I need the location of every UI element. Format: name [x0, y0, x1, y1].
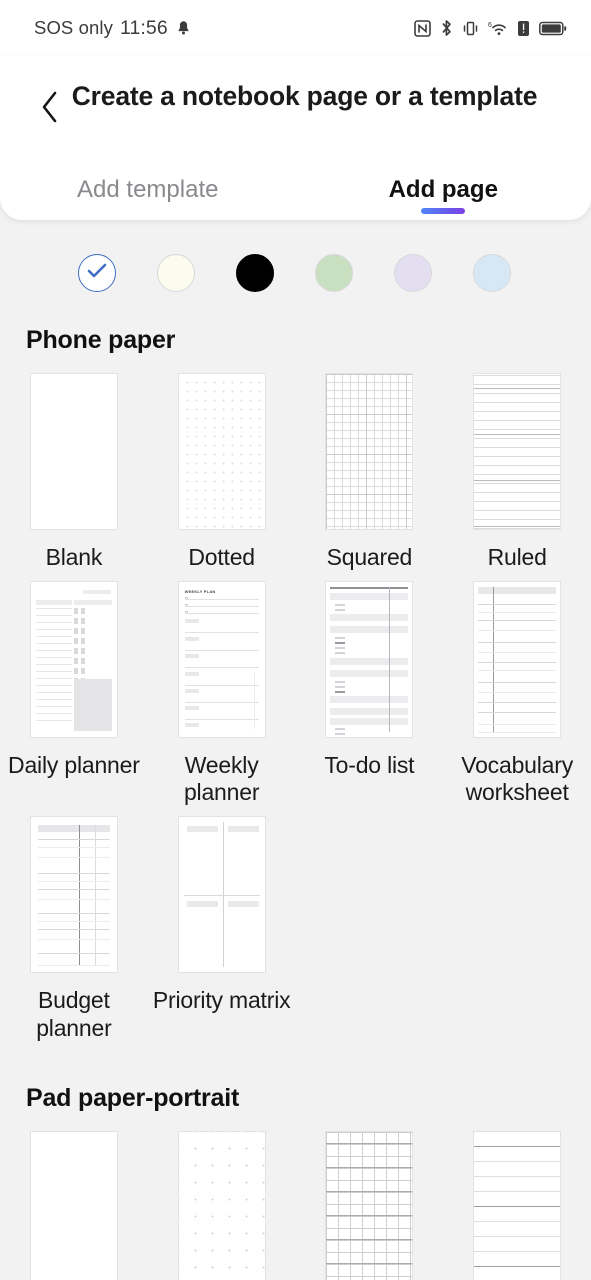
template-card-pad-ruled[interactable]: Ruled	[443, 1130, 591, 1280]
status-bar: SOS only 11:56 6	[0, 0, 591, 56]
check-icon	[87, 263, 107, 284]
swatch-wrap-white	[78, 254, 157, 292]
battery-icon	[539, 21, 567, 36]
page-title: Create a notebook page or a template	[71, 81, 538, 111]
template-thumbnail-ruled	[473, 373, 562, 530]
status-bar-left: SOS only 11:56	[34, 17, 192, 40]
template-thumbnail-budget-planner	[29, 816, 118, 974]
color-swatch-white[interactable]	[78, 254, 116, 292]
template-grid-pad-paper-portrait: Blank Dotted Squared Ruled	[0, 1113, 591, 1280]
template-thumbnail-squared	[325, 373, 414, 530]
template-browser: Phone paper Blank Dotted Squared Ruled D…	[0, 220, 591, 1280]
template-label: Squared	[326, 544, 413, 570]
svg-text:6: 6	[488, 22, 492, 29]
template-thumbnail-todo-list	[325, 581, 414, 739]
template-thumbnail-vocabulary-worksheet	[473, 581, 562, 739]
section-title-pad-paper-portrait: Pad paper-portrait	[26, 1083, 240, 1112]
nfc-icon	[414, 19, 431, 37]
template-card-budget-planner[interactable]: Budget planner	[0, 816, 148, 1041]
swatch-wrap-black	[236, 254, 315, 292]
template-card-pad-dotted[interactable]: Dotted	[148, 1130, 296, 1280]
bluetooth-icon	[440, 19, 453, 37]
bell-icon	[175, 19, 192, 37]
vibrate-icon	[462, 20, 479, 37]
template-card-dotted[interactable]: Dotted	[148, 373, 296, 571]
template-thumbnail-pad-blank	[29, 1130, 118, 1280]
wifi-6-icon: 6	[488, 20, 508, 37]
template-thumbnail-pad-squared	[325, 1130, 414, 1280]
template-card-todo-list[interactable]: To-do list	[296, 581, 444, 806]
template-label: Priority matrix	[152, 987, 291, 1014]
template-label: Dotted	[188, 544, 255, 570]
template-card-squared[interactable]: Squared	[296, 373, 444, 571]
template-thumbnail-priority-matrix	[177, 816, 266, 974]
template-card-blank[interactable]: Blank	[0, 373, 148, 571]
swatch-wrap-green	[315, 254, 394, 292]
template-thumbnail-dotted	[177, 373, 266, 530]
tab-add-page[interactable]: Add page	[296, 176, 591, 220]
back-button[interactable]	[30, 86, 70, 132]
section-title-phone-paper: Phone paper	[26, 326, 176, 354]
swatch-wrap-lavender	[394, 254, 473, 292]
template-grid-phone-paper: Blank Dotted Squared Ruled Daily planner…	[0, 355, 591, 1052]
template-label: To-do list	[324, 752, 415, 779]
color-swatch-light-blue[interactable]	[473, 254, 511, 292]
template-card-pad-blank[interactable]: Blank	[0, 1130, 148, 1280]
status-bar-right: 6	[414, 19, 567, 37]
template-label: Vocabulary worksheet	[461, 752, 574, 806]
template-label: Budget planner	[36, 987, 112, 1041]
color-swatch-cream[interactable]	[157, 254, 195, 292]
color-swatch-lavender[interactable]	[394, 254, 432, 292]
tab-bar: Add template Add page	[0, 142, 591, 220]
alert-icon	[517, 20, 530, 37]
swatch-wrap-light-blue	[473, 254, 552, 292]
template-card-daily-planner[interactable]: Daily planner	[0, 581, 148, 806]
template-label: Daily planner	[8, 752, 140, 779]
template-label: Ruled	[487, 544, 547, 570]
template-card-ruled[interactable]: Ruled	[443, 373, 591, 571]
template-card-pad-squared[interactable]: Squared	[296, 1130, 444, 1280]
active-tab-underline	[421, 208, 466, 214]
tab-add-template-label: Add template	[77, 176, 219, 203]
swatch-wrap-cream	[157, 254, 236, 292]
chevron-left-icon	[40, 90, 60, 129]
tab-add-page-label: Add page	[388, 176, 498, 203]
clock-label: 11:56	[119, 16, 168, 39]
carrier-label: SOS only	[34, 17, 113, 38]
template-label: Weekly planner	[183, 752, 260, 806]
paper-color-swatches	[0, 220, 591, 298]
template-thumbnail-pad-dotted	[177, 1130, 266, 1280]
header-top-row: Create a notebook page or a template	[0, 56, 591, 142]
template-thumbnail-daily-planner	[29, 581, 118, 739]
tab-add-template[interactable]: Add template	[0, 176, 296, 220]
template-card-weekly-planner[interactable]: WEEKLY PLAN Weekly planner	[148, 581, 296, 806]
template-thumbnail-blank	[29, 373, 118, 530]
template-label: Blank	[45, 544, 103, 570]
template-card-vocabulary-worksheet[interactable]: Vocabulary worksheet	[443, 581, 591, 806]
header-card: Create a notebook page or a template Add…	[0, 56, 591, 220]
template-thumbnail-pad-ruled	[473, 1130, 562, 1280]
template-card-priority-matrix[interactable]: Priority matrix	[148, 816, 296, 1041]
template-thumbnail-weekly-planner: WEEKLY PLAN	[177, 581, 266, 739]
color-swatch-black[interactable]	[236, 254, 274, 292]
color-swatch-green[interactable]	[315, 254, 353, 292]
